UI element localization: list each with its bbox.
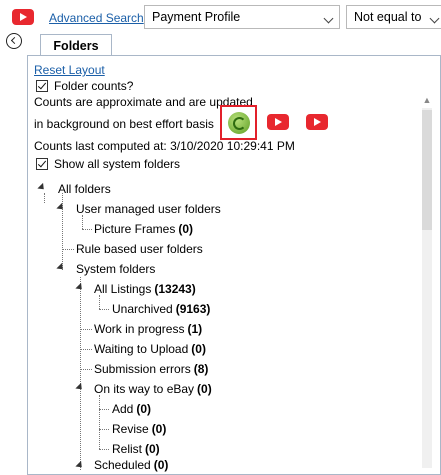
tree-item-count: (1) — [187, 322, 203, 336]
tree-item-work-in-progress[interactable]: Work in progress (1) — [94, 322, 202, 336]
tree-item-count: (0) — [191, 342, 206, 356]
tree-line — [99, 395, 100, 449]
tree-line — [44, 193, 45, 203]
tree-item-all-listings[interactable]: All Listings (13243) — [94, 282, 196, 296]
tree-item-label: Rule based user folders — [76, 242, 203, 256]
youtube-icon[interactable] — [12, 9, 34, 25]
tree-item-relist[interactable]: Relist (0) — [112, 442, 160, 456]
tree-item-label: Work in progress — [94, 322, 185, 336]
tree-item-label: All folders — [58, 182, 111, 196]
tree-item-unarchived[interactable]: Unarchived (9163) — [112, 302, 210, 316]
chevron-down-icon — [429, 13, 440, 24]
tree-line — [80, 349, 92, 350]
tree-line — [62, 249, 74, 250]
tab-folders-label: Folders — [53, 39, 99, 53]
tree-item-user-managed[interactable]: User managed user folders — [76, 202, 221, 216]
tree-line — [82, 229, 92, 230]
show-system-folders-label: Show all system folders — [54, 157, 181, 171]
tree-item-count: (0) — [151, 422, 167, 436]
tree-item-label: Relist — [112, 442, 143, 456]
operator-select[interactable]: Not equal to — [346, 5, 441, 29]
tree-item-label: Add — [112, 402, 134, 416]
youtube-icon[interactable] — [306, 114, 328, 130]
show-system-folders-checkbox[interactable] — [36, 158, 48, 170]
tree-item-count: (9163) — [175, 302, 211, 316]
advanced-search-link[interactable]: Advanced Search — [49, 11, 144, 25]
tree-item-count: (8) — [193, 362, 209, 376]
folder-counts-checkbox[interactable] — [36, 80, 48, 92]
youtube-icon[interactable] — [267, 114, 289, 130]
tree-item-revise[interactable]: Revise (0) — [112, 422, 166, 436]
tree-item-rule-based[interactable]: Rule based user folders — [76, 242, 203, 256]
tree-item-count: (0) — [178, 222, 194, 236]
operator-select-value: Not equal to — [354, 10, 422, 24]
folder-counts-label: Folder counts? — [54, 79, 134, 93]
tree-item-label: Picture Frames — [94, 222, 176, 236]
counts-note-line2: in background on best effort basis — [34, 117, 214, 131]
tree-item-picture-frames[interactable]: Picture Frames (0) — [94, 222, 193, 236]
tree-line — [80, 329, 92, 330]
profile-select[interactable]: Payment Profile — [144, 5, 340, 29]
tree-item-label: Waiting to Upload — [94, 342, 189, 356]
tree-item-label: Submission errors — [94, 362, 191, 376]
last-computed-text: Counts last computed at: 3/10/2020 10:29… — [34, 139, 295, 153]
tree-item-label: Unarchived — [112, 302, 173, 316]
tree-line — [99, 429, 109, 430]
tree-item-submission-errors[interactable]: Submission errors (8) — [94, 362, 208, 376]
profile-select-value: Payment Profile — [152, 10, 241, 24]
tree-line — [99, 449, 109, 450]
tree-line — [99, 309, 109, 310]
tree-line — [99, 409, 109, 410]
tree-line — [80, 277, 81, 470]
tab-folders[interactable]: Folders — [40, 34, 112, 56]
tree-line — [82, 215, 83, 229]
tree-item-all-folders[interactable]: All folders — [58, 182, 111, 196]
tree-item-add[interactable]: Add (0) — [112, 402, 151, 416]
tree-item-count: (13243) — [154, 282, 196, 296]
chevron-down-icon — [323, 13, 334, 24]
tree-item-label: All Listings — [94, 282, 152, 296]
tree-item-label: User managed user folders — [76, 202, 221, 216]
tree-item-label: On its way to eBay — [94, 382, 195, 396]
tree-item-count: (0) — [136, 402, 152, 416]
scroll-up-arrow-icon[interactable]: ▲ — [422, 95, 432, 107]
refresh-counts-button[interactable] — [220, 105, 257, 140]
reset-layout-link[interactable]: Reset Layout — [34, 63, 105, 77]
tree-item-count: (0) — [197, 382, 212, 396]
tree-item-waiting-upload[interactable]: Waiting to Upload (0) — [94, 342, 206, 356]
tree-line — [99, 295, 100, 309]
tree-item-count: (0) — [145, 442, 160, 456]
tree-item-label: Revise — [112, 422, 149, 436]
refresh-icon — [228, 112, 250, 134]
scrollbar-thumb[interactable] — [422, 110, 432, 230]
tree-item-system-folders[interactable]: System folders — [76, 262, 155, 276]
tree-item-label: System folders — [76, 262, 156, 276]
tree-line — [80, 369, 92, 370]
back-arrow-icon[interactable] — [6, 33, 22, 49]
tree-item-on-way-ebay[interactable]: On its way to eBay (0) — [94, 382, 212, 396]
